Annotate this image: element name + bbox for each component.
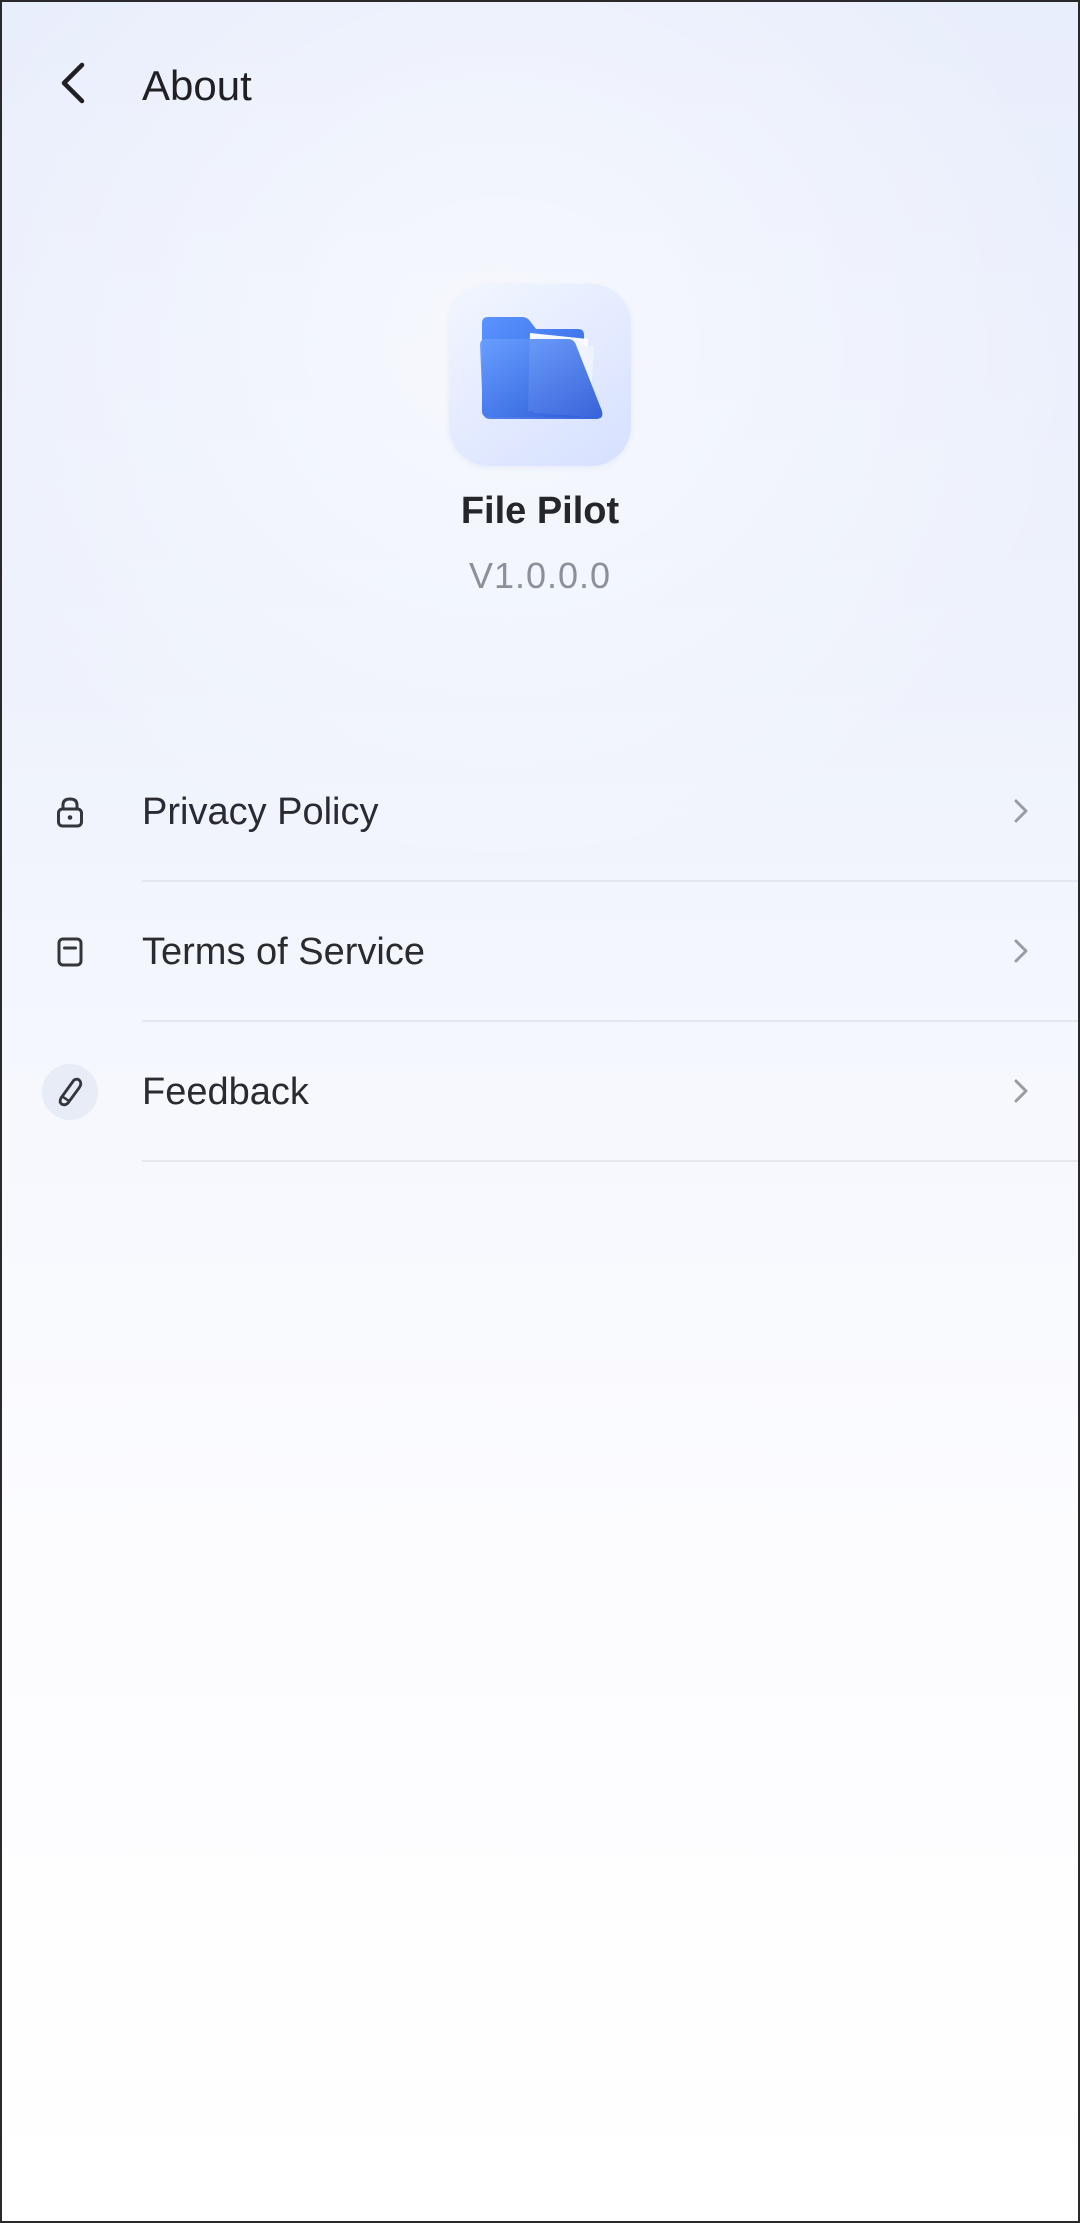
divider [142, 1160, 1078, 1162]
app-name: File Pilot [460, 490, 620, 532]
menu-item-terms-of-service[interactable]: Terms of Service [2, 882, 1078, 1022]
chevron-right-icon [1006, 1076, 1036, 1106]
folder-icon [460, 293, 620, 458]
pencil-icon [42, 1064, 98, 1120]
top-app-bar: About [2, 30, 1078, 140]
app-info: File Pilot V1.0.0.0 [2, 284, 1078, 598]
chevron-right-icon [1006, 796, 1036, 826]
menu-item-label: Feedback [142, 1071, 309, 1113]
chevron-right-icon [1006, 936, 1036, 966]
chevron-left-icon [56, 61, 90, 110]
settings-menu: Privacy Policy Terms of Service Feedback [2, 742, 1078, 1162]
document-icon [42, 924, 98, 980]
back-button[interactable] [42, 54, 104, 116]
page-title: About [142, 62, 252, 109]
app-logo [449, 284, 631, 466]
about-screen: About File Pilot V1.0.0.0 Privacy Policy… [0, 0, 1080, 2223]
lock-icon [42, 784, 98, 840]
app-version: V1.0.0.0 [468, 555, 612, 596]
menu-item-feedback[interactable]: Feedback [2, 1022, 1078, 1162]
menu-item-privacy-policy[interactable]: Privacy Policy [2, 742, 1078, 882]
menu-item-label: Terms of Service [142, 931, 425, 973]
menu-item-label: Privacy Policy [142, 791, 379, 833]
